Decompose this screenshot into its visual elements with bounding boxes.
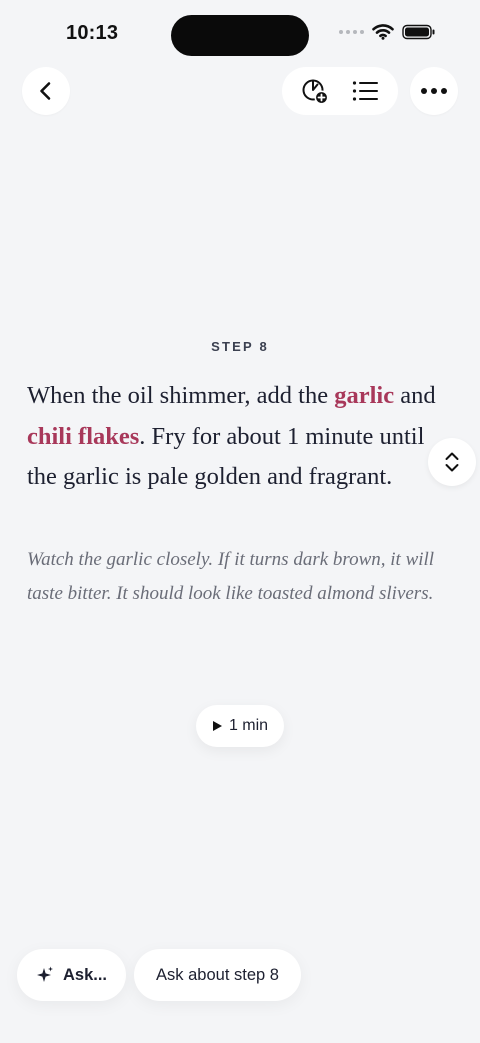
step-tip: Watch the garlic closely. If it turns da… (27, 549, 435, 604)
add-timer-button[interactable] (297, 73, 333, 109)
status-icons (339, 24, 436, 40)
ask-about-step-label: Ask about step 8 (156, 965, 279, 984)
back-button[interactable] (22, 67, 70, 115)
timer-label: 1 min (228, 717, 269, 734)
start-timer-button[interactable]: 1 min (196, 705, 284, 747)
wifi-icon (372, 24, 394, 40)
ingredients-list-button[interactable] (347, 73, 383, 109)
step-text-part: and (394, 382, 436, 409)
dynamic-island (171, 15, 309, 56)
step-text-part: When the oil shimmer, add the (27, 382, 335, 409)
top-toolbar (282, 67, 398, 115)
ingredient-link-chili-flakes[interactable]: chili flakes (27, 423, 139, 450)
more-options-button[interactable] (410, 67, 458, 115)
play-icon (212, 721, 222, 731)
more-horizontal-icon (421, 88, 447, 94)
timer-add-icon (302, 79, 329, 105)
battery-icon (402, 24, 435, 40)
ask-button-label: Ask... (63, 965, 108, 984)
cellular-signal-icon (339, 30, 364, 34)
status-time: 10:13 (66, 22, 119, 44)
step-instruction: When the oil shimmer, add the garlic and… (27, 376, 447, 498)
chevron-up-down-icon (445, 452, 459, 472)
ingredient-link-garlic[interactable]: garlic (334, 382, 394, 409)
ask-about-step-button[interactable]: Ask about step 8 (134, 949, 301, 1001)
chevron-left-icon (40, 82, 51, 100)
list-icon (352, 81, 378, 101)
ask-button[interactable]: Ask... (17, 949, 126, 1001)
sparkle-icon (37, 966, 53, 982)
step-scroll-handle[interactable] (428, 438, 476, 486)
step-label: STEP 8 (211, 339, 269, 354)
